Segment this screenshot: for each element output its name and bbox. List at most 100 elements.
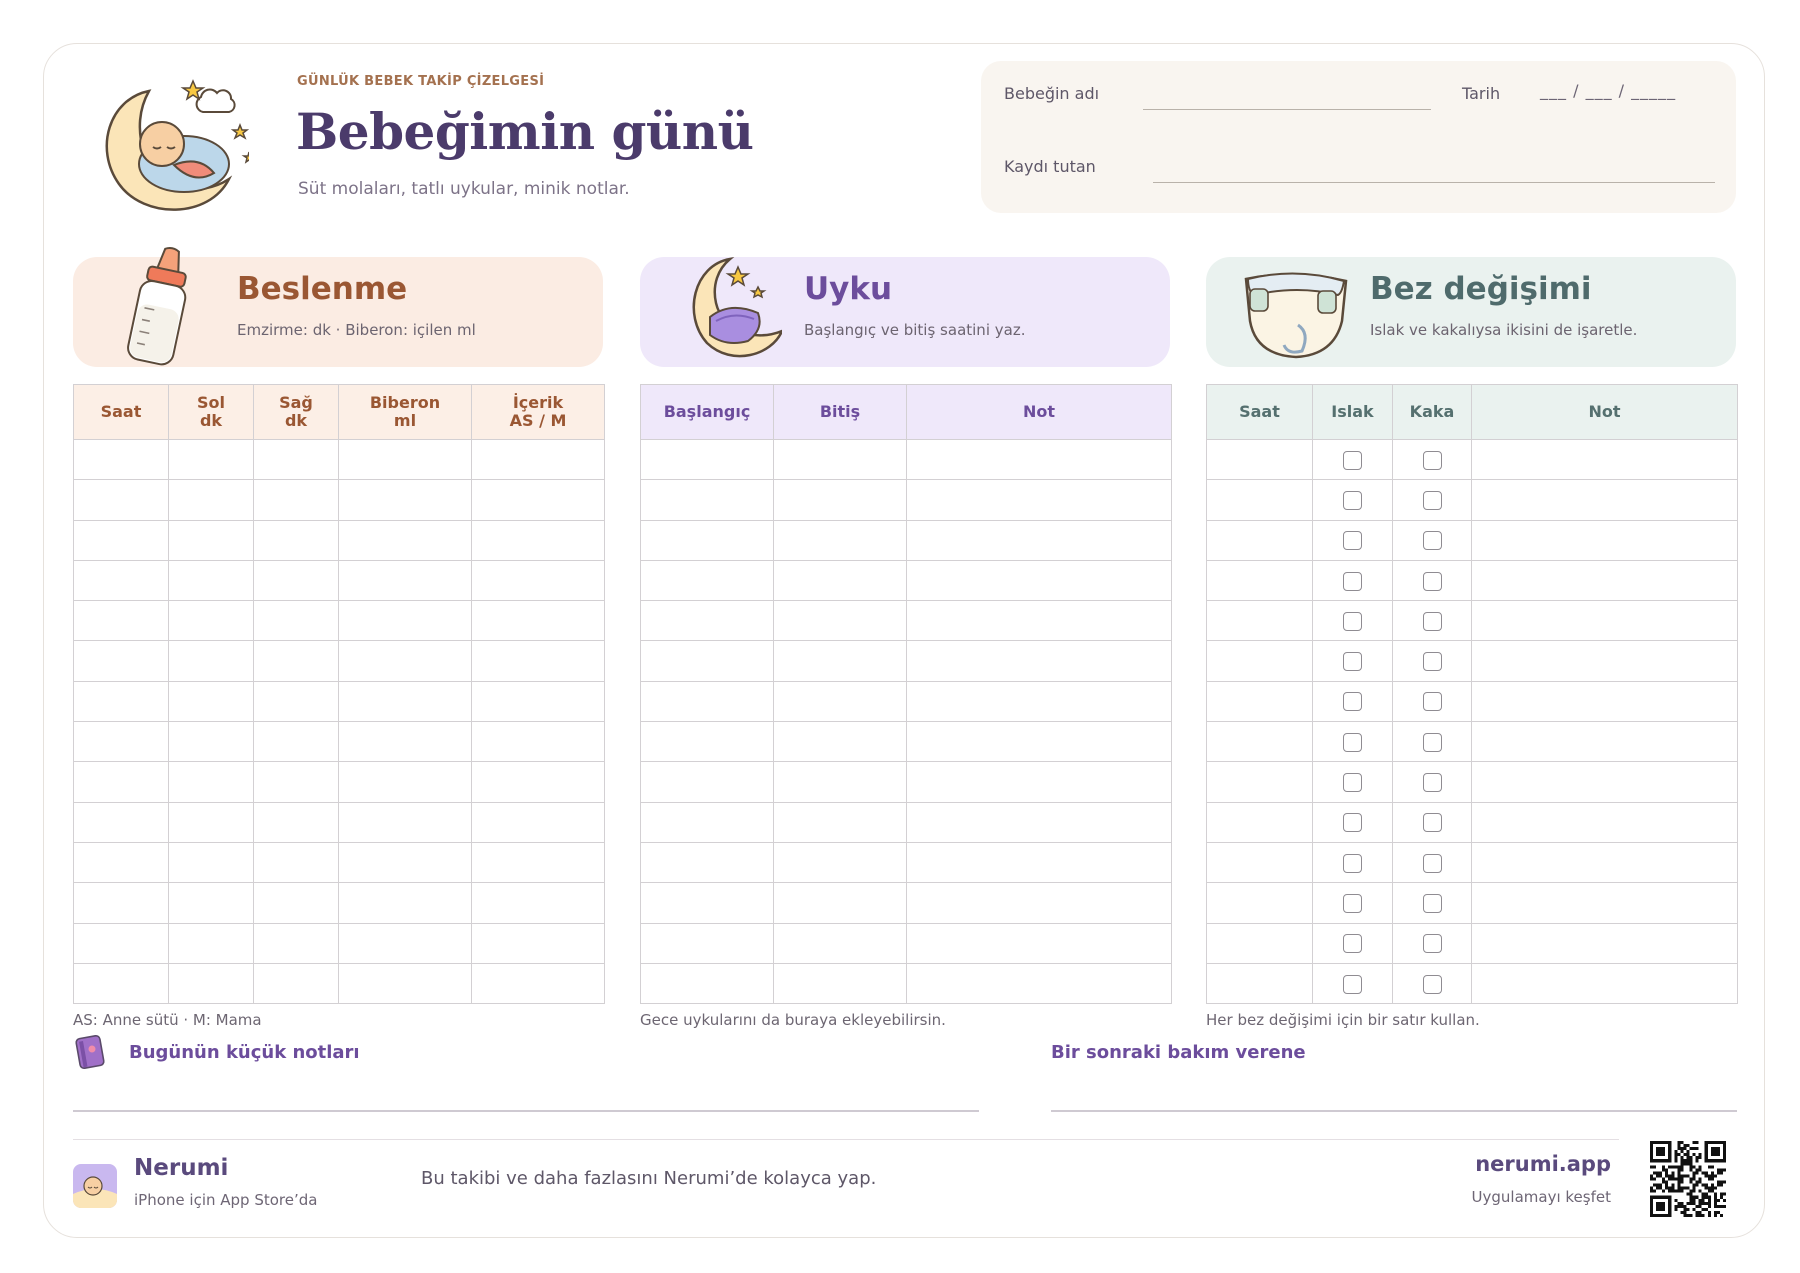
sleep-entry-cell[interactable]	[773, 882, 907, 924]
feeding-entry-cell[interactable]	[168, 882, 254, 924]
feeding-entry-cell[interactable]	[253, 559, 339, 602]
sleep-entry-cell[interactable]	[773, 519, 907, 561]
feeding-entry-cell[interactable]	[168, 600, 254, 642]
dirty-checkbox[interactable]	[1422, 450, 1442, 470]
diaper-entry-cell[interactable]	[1471, 559, 1738, 602]
sleep-entry-cell[interactable]	[640, 801, 774, 843]
sleep-entry-cell[interactable]	[906, 721, 1172, 763]
feeding-entry-cell[interactable]	[253, 801, 339, 843]
feeding-entry-cell[interactable]	[471, 519, 605, 561]
feeding-entry-cell[interactable]	[73, 841, 169, 884]
sleep-entry-cell[interactable]	[640, 438, 774, 481]
feeding-entry-cell[interactable]	[471, 479, 605, 521]
sleep-entry-cell[interactable]	[906, 519, 1172, 561]
diaper-entry-cell[interactable]	[1206, 640, 1313, 682]
feeding-entry-cell[interactable]	[338, 600, 472, 642]
diaper-entry-cell[interactable]	[1471, 962, 1738, 1005]
feeding-entry-cell[interactable]	[471, 761, 605, 803]
sleep-entry-cell[interactable]	[640, 680, 774, 723]
feeding-entry-cell[interactable]	[253, 882, 339, 924]
diaper-entry-cell[interactable]	[1206, 438, 1313, 481]
wet-checkbox[interactable]	[1343, 531, 1362, 551]
feeding-entry-cell[interactable]	[471, 559, 605, 602]
recorder-field[interactable]	[1153, 182, 1715, 183]
dirty-checkbox[interactable]	[1422, 652, 1442, 672]
dirty-checkbox[interactable]	[1422, 732, 1442, 752]
feeding-entry-cell[interactable]	[253, 438, 339, 481]
feeding-entry-cell[interactable]	[168, 841, 254, 884]
feeding-entry-cell[interactable]	[73, 922, 169, 964]
feeding-entry-cell[interactable]	[73, 761, 169, 803]
wet-checkbox[interactable]	[1343, 813, 1362, 833]
sleep-entry-cell[interactable]	[906, 438, 1172, 481]
wet-checkbox[interactable]	[1343, 773, 1362, 793]
sleep-entry-cell[interactable]	[906, 479, 1172, 521]
wet-checkbox[interactable]	[1343, 490, 1362, 510]
feeding-entry-cell[interactable]	[253, 640, 339, 682]
sleep-entry-cell[interactable]	[773, 559, 907, 602]
feeding-entry-cell[interactable]	[338, 680, 472, 723]
feeding-entry-cell[interactable]	[73, 962, 169, 1005]
sleep-entry-cell[interactable]	[773, 801, 907, 843]
diaper-entry-cell[interactable]	[1206, 761, 1313, 803]
feeding-entry-cell[interactable]	[471, 640, 605, 682]
sleep-entry-cell[interactable]	[640, 761, 774, 803]
feeding-entry-cell[interactable]	[338, 882, 472, 924]
sleep-entry-cell[interactable]	[906, 600, 1172, 642]
feeding-entry-cell[interactable]	[253, 841, 339, 884]
dirty-checkbox[interactable]	[1422, 813, 1442, 833]
feeding-entry-cell[interactable]	[471, 721, 605, 763]
sleep-entry-cell[interactable]	[906, 962, 1172, 1005]
diaper-entry-cell[interactable]	[1471, 680, 1738, 723]
feeding-entry-cell[interactable]	[168, 479, 254, 521]
diaper-entry-cell[interactable]	[1471, 922, 1738, 964]
sleep-entry-cell[interactable]	[906, 559, 1172, 602]
feeding-entry-cell[interactable]	[338, 640, 472, 682]
sleep-entry-cell[interactable]	[906, 841, 1172, 884]
diaper-entry-cell[interactable]	[1206, 801, 1313, 843]
sleep-entry-cell[interactable]	[773, 761, 907, 803]
wet-checkbox[interactable]	[1343, 571, 1362, 591]
diaper-entry-cell[interactable]	[1206, 721, 1313, 763]
diaper-entry-cell[interactable]	[1206, 559, 1313, 602]
baby-name-field[interactable]	[1143, 109, 1431, 110]
diaper-entry-cell[interactable]	[1206, 962, 1313, 1005]
feeding-entry-cell[interactable]	[338, 479, 472, 521]
dirty-checkbox[interactable]	[1422, 571, 1442, 591]
sleep-entry-cell[interactable]	[640, 962, 774, 1005]
diaper-entry-cell[interactable]	[1206, 841, 1313, 884]
sleep-entry-cell[interactable]	[773, 438, 907, 481]
feeding-entry-cell[interactable]	[168, 640, 254, 682]
diaper-entry-cell[interactable]	[1471, 761, 1738, 803]
feeding-entry-cell[interactable]	[338, 962, 472, 1005]
feeding-entry-cell[interactable]	[73, 680, 169, 723]
dirty-checkbox[interactable]	[1422, 490, 1442, 510]
today-notes-field[interactable]	[73, 1110, 979, 1112]
feeding-entry-cell[interactable]	[73, 438, 169, 481]
sleep-entry-cell[interactable]	[640, 559, 774, 602]
diaper-entry-cell[interactable]	[1471, 600, 1738, 642]
wet-checkbox[interactable]	[1343, 692, 1362, 712]
sleep-entry-cell[interactable]	[773, 680, 907, 723]
qr-code[interactable]	[1650, 1141, 1726, 1217]
feeding-entry-cell[interactable]	[168, 680, 254, 723]
sleep-entry-cell[interactable]	[773, 600, 907, 642]
feeding-entry-cell[interactable]	[168, 721, 254, 763]
feeding-entry-cell[interactable]	[73, 721, 169, 763]
feeding-entry-cell[interactable]	[73, 479, 169, 521]
sleep-entry-cell[interactable]	[640, 479, 774, 521]
wet-checkbox[interactable]	[1343, 732, 1362, 752]
dirty-checkbox[interactable]	[1422, 974, 1442, 994]
feeding-entry-cell[interactable]	[338, 841, 472, 884]
feeding-entry-cell[interactable]	[471, 962, 605, 1005]
diaper-entry-cell[interactable]	[1206, 600, 1313, 642]
feeding-entry-cell[interactable]	[253, 680, 339, 723]
diaper-entry-cell[interactable]	[1471, 882, 1738, 924]
sleep-entry-cell[interactable]	[773, 721, 907, 763]
feeding-entry-cell[interactable]	[253, 600, 339, 642]
sleep-entry-cell[interactable]	[773, 962, 907, 1005]
feeding-entry-cell[interactable]	[338, 761, 472, 803]
feeding-entry-cell[interactable]	[471, 801, 605, 843]
dirty-checkbox[interactable]	[1422, 531, 1442, 551]
feeding-entry-cell[interactable]	[471, 882, 605, 924]
